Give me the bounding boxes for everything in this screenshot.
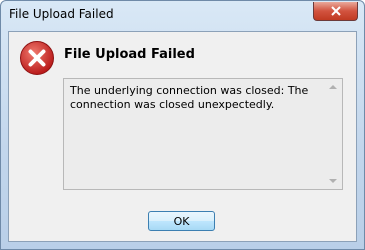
vertical-scrollbar[interactable] [326, 79, 342, 189]
window-title: File Upload Failed [9, 7, 114, 21]
close-icon [330, 6, 341, 16]
dialog-window: File Upload Failed File Upload Failed Th… [0, 0, 365, 250]
error-message: The underlying connection was closed: Th… [70, 84, 309, 111]
title-bar[interactable]: File Upload Failed [1, 1, 364, 30]
dialog-content: File Upload Failed The underlying connec… [8, 31, 357, 242]
close-button[interactable] [313, 2, 358, 21]
dialog-heading: File Upload Failed [64, 47, 195, 62]
scroll-down-arrow-icon[interactable] [329, 179, 337, 183]
ok-button[interactable]: OK [148, 211, 215, 231]
error-icon [20, 41, 54, 75]
message-box[interactable]: The underlying connection was closed: Th… [63, 78, 343, 190]
scroll-up-arrow-icon[interactable] [329, 85, 337, 89]
